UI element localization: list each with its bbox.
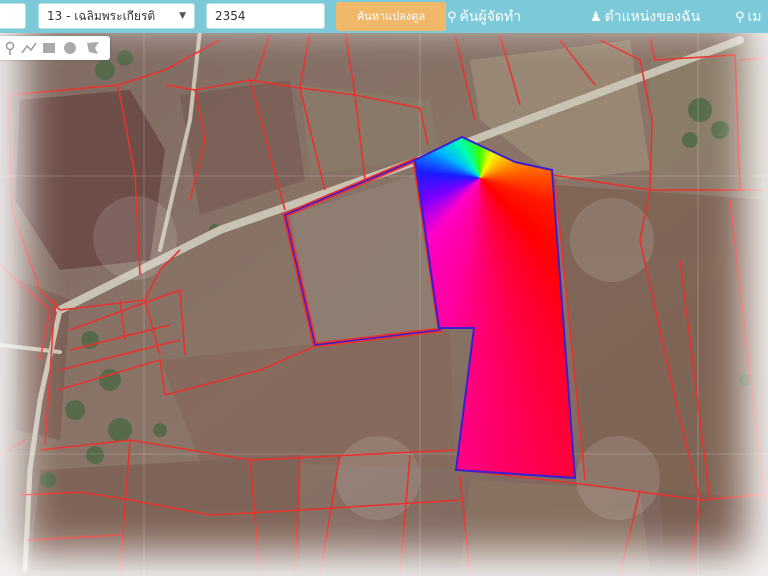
user-icon: ♟	[590, 10, 602, 25]
parcel-number-input[interactable]: 2354	[206, 3, 325, 29]
more-link[interactable]: ⚲ เม	[735, 6, 762, 28]
top-toolbar: 13 - เฉลิมพระเกียรติ ▼ 2354 ค้นหาแปลงดูล…	[0, 0, 768, 33]
search-parcel-button[interactable]: ค้นหาแปลงดูล	[336, 2, 446, 31]
draw-toolbar	[0, 36, 110, 60]
my-position-label: ตำแหน่งของฉัน	[604, 9, 701, 25]
satellite-map[interactable]	[0, 0, 768, 576]
my-position-link[interactable]: ♟ ตำแหน่งของฉัน	[590, 6, 700, 28]
pin-icon: ⚲	[447, 10, 457, 25]
district-select[interactable]: 13 - เฉลิมพระเกียรติ ▼	[38, 3, 195, 29]
find-agent-label: ค้นผู้จัดทำ	[459, 9, 522, 25]
district-select-value: 13 - เฉลิมพระเกียรติ	[47, 9, 156, 23]
left-cut-off-control[interactable]	[0, 3, 26, 29]
polygon-icon[interactable]	[84, 39, 102, 57]
find-agent-link[interactable]: ⚲ ค้นผู้จัดทำ	[447, 6, 521, 28]
circle-icon[interactable]	[61, 39, 79, 57]
line-icon[interactable]	[20, 39, 38, 57]
rectangle-icon[interactable]	[40, 39, 58, 57]
more-label: เม	[747, 9, 762, 25]
pin-icon: ⚲	[735, 10, 745, 25]
marker-icon[interactable]	[1, 39, 19, 57]
chevron-down-icon: ▼	[179, 11, 186, 21]
